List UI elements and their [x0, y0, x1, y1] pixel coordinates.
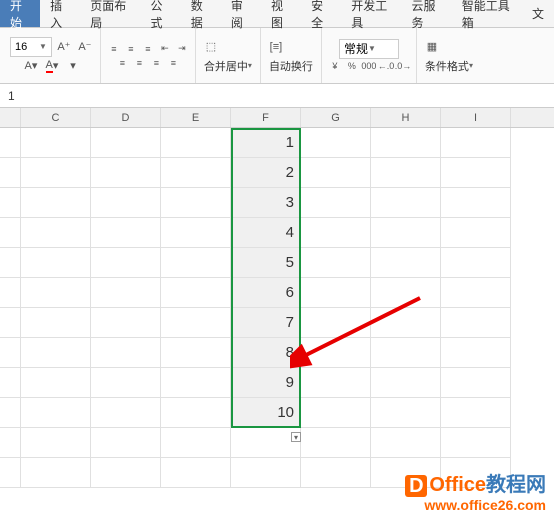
cond-format-icon[interactable]: ▦ [423, 38, 441, 56]
watermark: DOffice教程网 www.office26.com [405, 468, 546, 513]
autofill-options-button[interactable]: ▾ [291, 432, 301, 442]
tab-security[interactable]: 安全 [301, 0, 341, 27]
tab-cloud[interactable]: 云服务 [402, 0, 452, 27]
merge-icon[interactable]: ⬚ [202, 38, 220, 56]
tab-formula[interactable]: 公式 [141, 0, 181, 27]
condformat-group: ▦ 条件格式▾ [417, 28, 481, 83]
number-group: 常规▼ ¥ % 000 ←.0 .0→ [322, 28, 417, 83]
ribbon: ▼ A⁺ A⁻ A▾ A▾ ▾ ≡ ≡ ≡ ⇤ ⇥ ≡ ≡ ≡ ≡ ⬚ 合并居 [0, 28, 554, 84]
cell-f9: 9 [231, 368, 301, 398]
cell-f1: 1 [231, 128, 301, 158]
border-button[interactable]: ▾ [64, 57, 82, 75]
percent-button[interactable]: % [345, 59, 359, 73]
cell-f4: 4 [231, 218, 301, 248]
spreadsheet: C D E F G H I 1 2 3 4 5 6 7 8 9 10 ▾ [0, 108, 554, 488]
decimal-inc-button[interactable]: ←.0 [379, 59, 393, 73]
align-group: ≡ ≡ ≡ ⇤ ⇥ ≡ ≡ ≡ ≡ [101, 28, 196, 83]
col-header-i[interactable]: I [441, 108, 511, 127]
col-header-e[interactable]: E [161, 108, 231, 127]
decimal-dec-button[interactable]: .0→ [396, 59, 410, 73]
tab-smarttools[interactable]: 智能工具箱 [452, 0, 522, 27]
formula-bar[interactable]: 1 [0, 84, 554, 108]
col-header-c[interactable]: C [21, 108, 91, 127]
align-bottom-icon[interactable]: ≡ [141, 42, 155, 56]
tab-view[interactable]: 视图 [261, 0, 301, 27]
increase-font-button[interactable]: A⁺ [55, 38, 73, 56]
cell-f6: 6 [231, 278, 301, 308]
align-top-icon[interactable]: ≡ [107, 42, 121, 56]
cell-f2: 2 [231, 158, 301, 188]
font-size-selector[interactable]: ▼ [10, 37, 52, 57]
thousands-button[interactable]: 000 [362, 59, 376, 73]
tab-devtools[interactable]: 开发工具 [341, 0, 401, 27]
menu-bar: 开始 插入 页面布局 公式 数据 审阅 视图 安全 开发工具 云服务 智能工具箱… [0, 0, 554, 28]
fill-color-button[interactable]: A▾ [22, 57, 40, 75]
number-format-selector[interactable]: 常规▼ [339, 39, 399, 59]
chevron-down-icon: ▼ [39, 42, 47, 51]
wrap-group: [≡] 自动换行 [261, 28, 322, 83]
currency-button[interactable]: ¥ [328, 59, 342, 73]
col-header-g[interactable]: G [301, 108, 371, 127]
merge-group: ⬚ 合并居中▾ [196, 28, 261, 83]
cond-format-button[interactable]: 条件格式▾ [423, 58, 475, 74]
wrap-text-button[interactable]: 自动换行 [267, 58, 315, 74]
watermark-url: www.office26.com [405, 497, 546, 513]
cell-f8: 8 [231, 338, 301, 368]
wrap-icon[interactable]: [≡] [267, 38, 285, 56]
tab-pagelayout[interactable]: 页面布局 [80, 0, 140, 27]
col-header-d[interactable]: D [91, 108, 161, 127]
align-left-icon[interactable]: ≡ [115, 56, 129, 70]
tab-start[interactable]: 开始 [0, 0, 40, 27]
cell-f3: 3 [231, 188, 301, 218]
chevron-down-icon: ▼ [368, 44, 376, 53]
col-header-f[interactable]: F [231, 108, 301, 127]
cell-f10: 10 [231, 398, 301, 428]
align-justify-icon[interactable]: ≡ [166, 56, 180, 70]
tab-insert[interactable]: 插入 [40, 0, 80, 27]
align-center-icon[interactable]: ≡ [132, 56, 146, 70]
tab-review[interactable]: 审阅 [221, 0, 261, 27]
watermark-logo: D [405, 475, 427, 497]
indent-dec-icon[interactable]: ⇤ [158, 42, 172, 56]
font-group: ▼ A⁺ A⁻ A▾ A▾ ▾ [4, 28, 101, 83]
col-header-gutter [0, 108, 21, 127]
decrease-font-button[interactable]: A⁻ [76, 38, 94, 56]
cell-f7: 7 [231, 308, 301, 338]
formula-value: 1 [0, 89, 23, 103]
grid[interactable]: 1 2 3 4 5 6 7 8 9 10 ▾ [0, 128, 554, 488]
font-size-input[interactable] [15, 41, 39, 53]
align-middle-icon[interactable]: ≡ [124, 42, 138, 56]
column-headers: C D E F G H I [0, 108, 554, 128]
merge-center-button[interactable]: 合并居中▾ [202, 58, 254, 74]
align-right-icon[interactable]: ≡ [149, 56, 163, 70]
tab-text[interactable]: 文 [522, 0, 554, 27]
indent-inc-icon[interactable]: ⇥ [175, 42, 189, 56]
font-color-button[interactable]: A▾ [43, 57, 61, 75]
tab-data[interactable]: 数据 [181, 0, 221, 27]
cell-f5: 5 [231, 248, 301, 278]
col-header-h[interactable]: H [371, 108, 441, 127]
